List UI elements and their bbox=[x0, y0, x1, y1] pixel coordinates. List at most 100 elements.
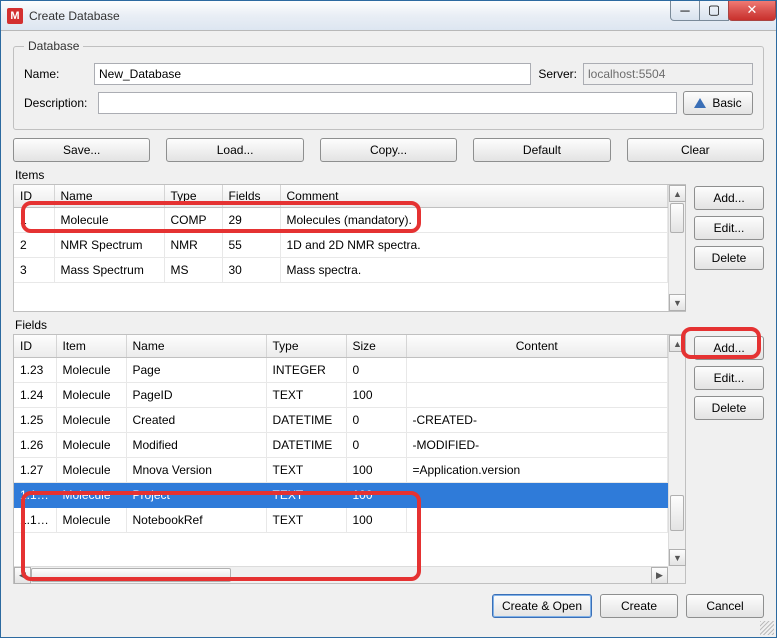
cell-item: Molecule bbox=[56, 383, 126, 408]
cell-name: Created bbox=[126, 408, 266, 433]
cell-id: 1.27 bbox=[14, 458, 56, 483]
resize-grip-icon[interactable] bbox=[760, 621, 774, 635]
fields-table[interactable]: ID Item Name Type Size Content 1.23Molec… bbox=[13, 334, 686, 584]
fields-hscrollbar[interactable]: ◀ ▶ bbox=[14, 566, 668, 583]
cell-name: PageID bbox=[126, 383, 266, 408]
database-group: Database Name: Server: Description: Basi… bbox=[13, 39, 764, 130]
cell-type: NMR bbox=[164, 233, 222, 258]
cell-size: 0 bbox=[346, 408, 406, 433]
fields-col-content[interactable]: Content bbox=[406, 335, 668, 358]
load-button[interactable]: Load... bbox=[166, 138, 303, 162]
cell-id: 1.24 bbox=[14, 383, 56, 408]
table-row[interactable]: 1.143MoleculeNotebookRefTEXT100 bbox=[14, 508, 668, 533]
name-input[interactable] bbox=[94, 63, 531, 85]
cell-type: DATETIME bbox=[266, 433, 346, 458]
cell-id: 1.143 bbox=[14, 508, 56, 533]
fields-col-size[interactable]: Size bbox=[346, 335, 406, 358]
fields-col-item[interactable]: Item bbox=[56, 335, 126, 358]
cell-name: Mnova Version bbox=[126, 458, 266, 483]
scroll-thumb[interactable] bbox=[670, 203, 684, 233]
table-row[interactable]: 1.24MoleculePageIDTEXT100 bbox=[14, 383, 668, 408]
scroll-right-icon[interactable]: ▶ bbox=[651, 567, 668, 584]
cell-id: 1.26 bbox=[14, 433, 56, 458]
table-row[interactable]: 1MoleculeCOMP29Molecules (mandatory). bbox=[14, 208, 668, 233]
cell-size: 100 bbox=[346, 483, 406, 508]
table-row[interactable]: 1.23MoleculePageINTEGER0 bbox=[14, 358, 668, 383]
close-button[interactable]: ✕ bbox=[728, 1, 776, 21]
table-row[interactable]: 1.27MoleculeMnova VersionTEXT100=Applica… bbox=[14, 458, 668, 483]
cancel-button[interactable]: Cancel bbox=[686, 594, 764, 618]
scroll-left-icon[interactable]: ◀ bbox=[14, 567, 31, 584]
maximize-button[interactable]: ▢ bbox=[699, 1, 729, 21]
cell-item: Molecule bbox=[56, 433, 126, 458]
scroll-thumb[interactable] bbox=[31, 568, 231, 582]
cell-type: TEXT bbox=[266, 383, 346, 408]
cell-size: 0 bbox=[346, 358, 406, 383]
clear-button[interactable]: Clear bbox=[627, 138, 764, 162]
cell-item: Molecule bbox=[56, 483, 126, 508]
fields-edit-button[interactable]: Edit... bbox=[694, 366, 764, 390]
default-button[interactable]: Default bbox=[473, 138, 610, 162]
cell-content bbox=[406, 483, 668, 508]
items-table[interactable]: ID Name Type Fields Comment 1MoleculeCOM… bbox=[13, 184, 686, 312]
scroll-thumb[interactable] bbox=[670, 495, 684, 531]
cell-type: TEXT bbox=[266, 508, 346, 533]
items-vscrollbar[interactable]: ▲ ▼ bbox=[668, 185, 685, 311]
table-row[interactable]: 3Mass SpectrumMS30Mass spectra. bbox=[14, 258, 668, 283]
scroll-down-icon[interactable]: ▼ bbox=[669, 294, 686, 311]
cell-size: 0 bbox=[346, 433, 406, 458]
cell-name: Modified bbox=[126, 433, 266, 458]
items-col-comment[interactable]: Comment bbox=[280, 185, 668, 208]
cell-type: DATETIME bbox=[266, 408, 346, 433]
cell-fields: 30 bbox=[222, 258, 280, 283]
scroll-up-icon[interactable]: ▲ bbox=[669, 185, 686, 202]
items-col-name[interactable]: Name bbox=[54, 185, 164, 208]
database-legend: Database bbox=[24, 39, 83, 53]
create-button[interactable]: Create bbox=[600, 594, 678, 618]
titlebar[interactable]: M Create Database ─ ▢ ✕ bbox=[1, 1, 776, 31]
cell-id: 1 bbox=[14, 208, 54, 233]
cell-item: Molecule bbox=[56, 408, 126, 433]
items-col-id[interactable]: ID bbox=[14, 185, 54, 208]
cell-comment: Mass spectra. bbox=[280, 258, 668, 283]
table-row[interactable]: 2NMR SpectrumNMR551D and 2D NMR spectra. bbox=[14, 233, 668, 258]
items-add-button[interactable]: Add... bbox=[694, 186, 764, 210]
table-row[interactable]: 1.25MoleculeCreatedDATETIME0-CREATED- bbox=[14, 408, 668, 433]
fields-col-id[interactable]: ID bbox=[14, 335, 56, 358]
save-button[interactable]: Save... bbox=[13, 138, 150, 162]
table-row[interactable]: 1.26MoleculeModifiedDATETIME0-MODIFIED- bbox=[14, 433, 668, 458]
cell-name: Page bbox=[126, 358, 266, 383]
fields-col-name[interactable]: Name bbox=[126, 335, 266, 358]
items-col-type[interactable]: Type bbox=[164, 185, 222, 208]
cell-content: -MODIFIED- bbox=[406, 433, 668, 458]
description-input[interactable] bbox=[98, 92, 677, 114]
cell-id: 1.142 bbox=[14, 483, 56, 508]
cell-type: INTEGER bbox=[266, 358, 346, 383]
cell-id: 2 bbox=[14, 233, 54, 258]
cell-item: Molecule bbox=[56, 508, 126, 533]
scroll-up-icon[interactable]: ▲ bbox=[669, 335, 686, 352]
items-delete-button[interactable]: Delete bbox=[694, 246, 764, 270]
items-col-fields[interactable]: Fields bbox=[222, 185, 280, 208]
create-database-dialog: M Create Database ─ ▢ ✕ Database Name: S… bbox=[0, 0, 777, 638]
fields-add-button[interactable]: Add... bbox=[694, 336, 764, 360]
cell-type: TEXT bbox=[266, 483, 346, 508]
fields-delete-button[interactable]: Delete bbox=[694, 396, 764, 420]
copy-button[interactable]: Copy... bbox=[320, 138, 457, 162]
items-edit-button[interactable]: Edit... bbox=[694, 216, 764, 240]
basic-button[interactable]: Basic bbox=[683, 91, 753, 115]
scroll-corner bbox=[668, 566, 685, 583]
fields-vscrollbar[interactable]: ▲ ▼ bbox=[668, 335, 685, 566]
cell-name: NotebookRef bbox=[126, 508, 266, 533]
fields-col-type[interactable]: Type bbox=[266, 335, 346, 358]
server-input[interactable] bbox=[583, 63, 753, 85]
description-label: Description: bbox=[24, 96, 92, 110]
cell-type: MS bbox=[164, 258, 222, 283]
cell-type: COMP bbox=[164, 208, 222, 233]
fields-legend: Fields bbox=[13, 318, 764, 332]
scroll-down-icon[interactable]: ▼ bbox=[669, 549, 686, 566]
create-open-button[interactable]: Create & Open bbox=[492, 594, 592, 618]
table-row[interactable]: 1.142MoleculeProjectTEXT100 bbox=[14, 483, 668, 508]
cell-id: 1.23 bbox=[14, 358, 56, 383]
minimize-button[interactable]: ─ bbox=[670, 1, 700, 21]
